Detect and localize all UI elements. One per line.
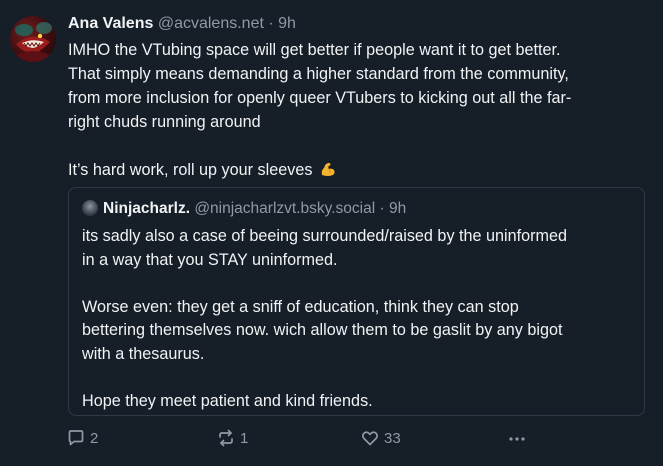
quoted-post-body: its sadly also a case of beeing surround… <box>82 225 632 413</box>
like-button[interactable]: 33 <box>360 428 401 448</box>
post-line: It’s hard work, roll up your sleeves <box>68 161 313 179</box>
author-avatar[interactable] <box>10 16 56 62</box>
quoted-author-name[interactable]: Ninjacharlz. <box>103 200 190 217</box>
quoted-post-header: Ninjacharlz. @ninjacharlzvt.bsky.social … <box>82 199 406 219</box>
flexed-biceps-emoji <box>319 160 337 178</box>
more-options-button[interactable] <box>508 430 526 448</box>
quoted-author-handle[interactable]: @ninjacharlzvt.bsky.social <box>194 200 375 217</box>
ellipsis-icon <box>509 437 525 441</box>
author-handle[interactable]: @acvalens.net <box>158 15 264 32</box>
post-line: from more inclusion for openly queer VTu… <box>68 89 572 107</box>
quoted-paragraph: Hope they meet patient and kind friends. <box>82 390 632 414</box>
quoted-post-timestamp[interactable]: 9h <box>389 200 406 217</box>
quoted-line: bettering themselves now. wich allow the… <box>82 321 563 339</box>
post-actions: 2 1 33 <box>66 428 536 450</box>
post-paragraph: IMHO the VTubing space will get better i… <box>68 38 648 134</box>
heart-icon <box>362 431 378 446</box>
quoted-line: Hope they meet patient and kind friends. <box>82 391 373 410</box>
quoted-paragraph: its sadly also a case of beeing surround… <box>82 225 632 272</box>
speech-bubble-icon <box>68 430 84 446</box>
post-header: Ana Valens @acvalens.net · 9h <box>68 13 648 35</box>
post-line: right chuds running around <box>68 113 261 131</box>
separator-dot: · <box>268 15 274 32</box>
quoted-line: in a way that you STAY uninformed. <box>82 250 338 269</box>
repost-button[interactable]: 1 <box>216 428 248 448</box>
post-line: That simply means demanding a higher sta… <box>68 65 569 83</box>
repost-count: 1 <box>240 429 249 447</box>
quoted-line: its sadly also a case of beeing surround… <box>82 227 568 245</box>
author-name[interactable]: Ana Valens <box>68 15 153 32</box>
reply-count: 2 <box>90 429 99 447</box>
reply-button[interactable]: 2 <box>66 428 98 448</box>
post-paragraph: It’s hard work, roll up your sleeves <box>68 158 648 182</box>
quoted-line: with a thesaurus. <box>82 344 205 363</box>
like-count: 33 <box>384 429 401 447</box>
repost-arrows-icon <box>219 429 233 447</box>
separator-dot: · <box>379 200 385 217</box>
post-content: Ana Valens @acvalens.net · 9h IMHO the V… <box>68 13 648 182</box>
post-body: IMHO the VTubing space will get better i… <box>68 38 648 182</box>
quoted-post[interactable]: Ninjacharlz. @ninjacharlzvt.bsky.social … <box>68 187 645 416</box>
quoted-author-avatar[interactable] <box>82 200 98 216</box>
post-line: IMHO the VTubing space will get better i… <box>68 41 561 59</box>
post-timestamp[interactable]: 9h <box>278 15 296 32</box>
quoted-line: Worse even: they get a sniff of educatio… <box>82 297 519 316</box>
post[interactable]: Ana Valens @acvalens.net · 9h IMHO the V… <box>0 0 663 466</box>
quoted-paragraph: Worse even: they get a sniff of educatio… <box>82 296 632 367</box>
